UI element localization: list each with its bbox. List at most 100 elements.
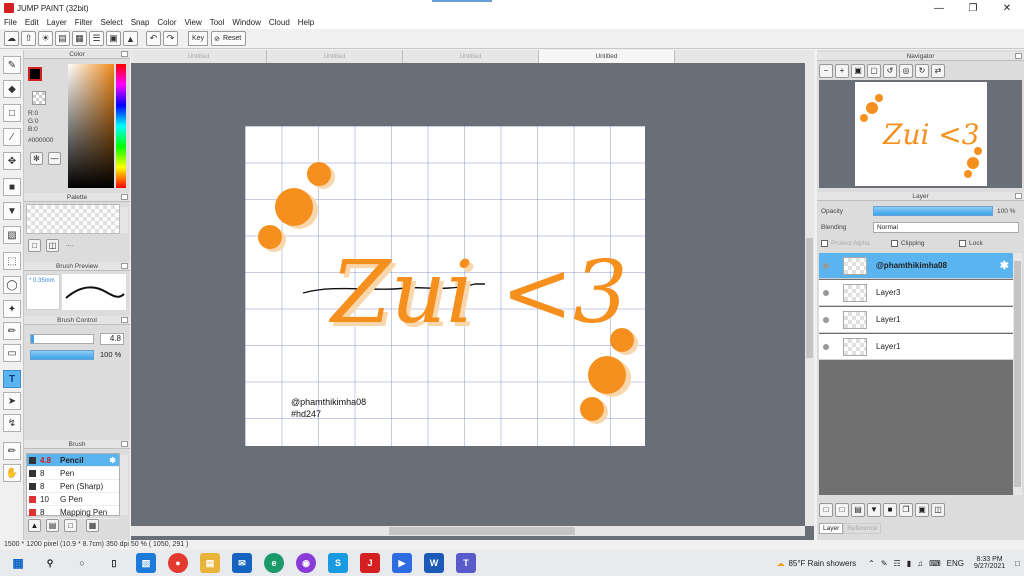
layer-folder-icon[interactable]: ■ xyxy=(883,503,897,517)
color-hue-slider[interactable] xyxy=(116,64,126,188)
blending-mode-select[interactable]: Normal xyxy=(873,222,1019,233)
navigator-view[interactable]: Zui <3 xyxy=(819,80,1022,188)
menu-select[interactable]: Select xyxy=(100,18,122,27)
brush-item-pen[interactable]: 8 Pen xyxy=(27,467,119,480)
layer-menu-icon[interactable]: ▼ xyxy=(867,503,881,517)
layer-row[interactable]: Layer3 xyxy=(819,280,1013,306)
zoom-icon[interactable]: ▶ xyxy=(392,553,412,573)
tab-untitled-2[interactable]: Untitled xyxy=(267,50,403,63)
new-palette-icon[interactable]: □ xyxy=(28,239,41,252)
minimize-button[interactable]: — xyxy=(922,0,956,16)
magic-wand-tool-icon[interactable]: ✦ xyxy=(3,300,21,318)
cloud-icon[interactable]: ☁ xyxy=(4,31,19,46)
layer-scroll-thumb[interactable] xyxy=(1014,261,1021,487)
menu-layer[interactable]: Layer xyxy=(47,18,67,27)
lock-checkbox[interactable]: Lock xyxy=(959,240,983,247)
upload-icon[interactable]: ⇧ xyxy=(21,31,36,46)
vertical-scroll-thumb[interactable] xyxy=(806,238,813,358)
close-button[interactable]: ✕ xyxy=(990,0,1024,16)
share-icon[interactable]: ▲ xyxy=(123,31,138,46)
panel-close-icon[interactable] xyxy=(121,263,128,269)
clock[interactable]: 8:33 PM 9/27/2021 xyxy=(974,556,1005,570)
tray-chevron-icon[interactable]: ⌃ xyxy=(868,559,875,568)
brush-folder-icon[interactable]: ▤ xyxy=(46,519,59,532)
search-icon[interactable]: ⚲ xyxy=(40,553,60,573)
brush-item-g-pen[interactable]: 10 G Pen xyxy=(27,493,119,506)
menu-cloud[interactable]: Cloud xyxy=(269,18,290,27)
dropper-tool-icon[interactable]: ↯ xyxy=(3,414,21,432)
palette-scrollbar[interactable] xyxy=(120,207,128,233)
new-layer-copy-icon[interactable]: □ xyxy=(835,503,849,517)
panel-close-icon[interactable] xyxy=(121,441,128,447)
menu-color[interactable]: Color xyxy=(157,18,176,27)
menu-file[interactable]: File xyxy=(4,18,17,27)
select-eraser-tool-icon[interactable]: ▭ xyxy=(3,344,21,362)
weather-text[interactable]: 85°F Rain showers xyxy=(788,559,856,568)
flip-view-icon[interactable]: ⇄ xyxy=(931,64,945,78)
actual-size-icon[interactable]: ▢ xyxy=(867,64,881,78)
move-tool-icon[interactable]: ✥ xyxy=(3,152,21,170)
menu-window[interactable]: Window xyxy=(232,18,260,27)
operation-tool-icon[interactable]: ➤ xyxy=(3,392,21,410)
menu-tool[interactable]: Tool xyxy=(210,18,225,27)
visibility-icon[interactable] xyxy=(823,262,829,269)
duplicate-layer-icon[interactable]: ❐ xyxy=(899,503,913,517)
task-view-icon[interactable]: ▯ xyxy=(104,553,124,573)
foreground-color-swatch[interactable] xyxy=(28,67,42,81)
export-icon[interactable]: ▣ xyxy=(106,31,121,46)
select-pen-tool-icon[interactable]: ✏ xyxy=(3,322,21,340)
layer-settings-icon[interactable]: ✱ xyxy=(1000,259,1009,272)
pen-icon[interactable]: ✎ xyxy=(881,559,888,568)
new-folder-layer-icon[interactable]: ▤ xyxy=(851,503,865,517)
layer-opacity-slider[interactable] xyxy=(873,206,993,216)
lasso-tool-icon[interactable]: ◯ xyxy=(3,276,21,294)
layer-row[interactable]: Layer1 xyxy=(819,307,1013,333)
menu-snap[interactable]: Snap xyxy=(131,18,150,27)
panel-close-icon[interactable] xyxy=(121,51,128,57)
clipping-checkbox[interactable]: Clipping xyxy=(891,240,925,247)
skype-icon[interactable]: S xyxy=(328,553,348,573)
brush-size-slider[interactable] xyxy=(30,334,94,344)
cortana-icon[interactable]: ○ xyxy=(72,553,92,573)
reset-rotation-icon[interactable]: ◎ xyxy=(899,64,913,78)
notification-icon[interactable]: □ xyxy=(1015,559,1020,568)
reset-button[interactable]: ⊘ Reset xyxy=(211,31,247,46)
tab-untitled-4[interactable]: Untitled xyxy=(539,50,675,63)
delete-layer-icon[interactable]: ◫ xyxy=(931,503,945,517)
tab-layer[interactable]: Layer xyxy=(819,523,844,534)
maximize-button[interactable]: ❐ xyxy=(956,0,990,16)
text-tool-icon[interactable]: T xyxy=(3,370,21,388)
folder-icon[interactable]: ▤ xyxy=(55,31,70,46)
store-icon[interactable]: ▧ xyxy=(136,553,156,573)
rotate-left-icon[interactable]: ↺ xyxy=(883,64,897,78)
language-indicator[interactable]: ENG xyxy=(947,559,964,568)
rotate-right-icon[interactable]: ↻ xyxy=(915,64,929,78)
mail-icon[interactable]: ✉ xyxy=(232,553,252,573)
hand-tool-icon[interactable]: ✋ xyxy=(3,464,21,482)
undo-icon[interactable]: ↶ xyxy=(146,31,161,46)
menu-help[interactable]: Help xyxy=(298,18,314,27)
eraser-tool-icon[interactable]: ◆ xyxy=(3,80,21,98)
list-icon[interactable]: ☰ xyxy=(89,31,104,46)
brush-settings-icon[interactable]: ✱ xyxy=(109,456,116,465)
color-saturation-picker[interactable] xyxy=(68,64,114,188)
brush-list-scrollbar[interactable] xyxy=(120,455,128,515)
brush-item-pencil[interactable]: 4.8 Pencil ✱ xyxy=(27,454,119,467)
wifi-icon[interactable]: ☶ xyxy=(894,559,901,568)
menu-view[interactable]: View xyxy=(185,18,202,27)
line-tool-icon[interactable]: ∕ xyxy=(3,128,21,146)
keyboard-icon[interactable]: ⌨ xyxy=(929,559,941,568)
teams-icon[interactable]: T xyxy=(456,553,476,573)
edge-icon[interactable]: e xyxy=(264,553,284,573)
color-set-icon[interactable]: — xyxy=(48,152,61,165)
brush-size-input[interactable]: 4.8 xyxy=(100,333,124,345)
canvas-vertical-scrollbar[interactable] xyxy=(805,63,814,526)
palette-swatches[interactable] xyxy=(26,204,120,234)
visibility-icon[interactable] xyxy=(823,289,829,296)
jump-paint-icon[interactable]: J xyxy=(360,553,380,573)
key-button[interactable]: Key xyxy=(188,31,209,46)
canvas-area[interactable]: Untitled Untitled Untitled Untitled Zui … xyxy=(131,50,814,540)
brush-tool-icon[interactable]: ✎ xyxy=(3,56,21,74)
color-wheel-icon[interactable]: ✻ xyxy=(30,152,43,165)
brush-add-icon[interactable]: ▲ xyxy=(28,519,41,532)
